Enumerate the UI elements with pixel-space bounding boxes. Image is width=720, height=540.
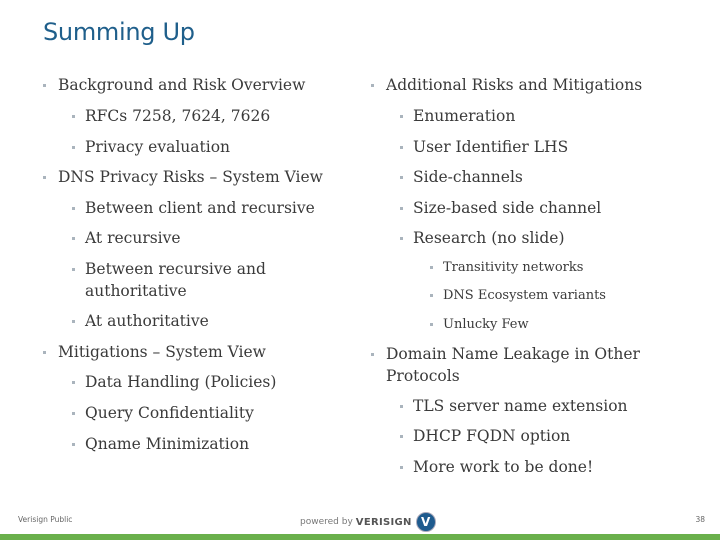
powered-by-verisign-logo: powered by VERISIGN V bbox=[300, 512, 436, 532]
bullet-marker bbox=[72, 146, 75, 149]
sub-bullet: Size-based side channel bbox=[400, 197, 601, 219]
bullet-marker bbox=[43, 351, 46, 354]
sub-bullet: Privacy evaluation bbox=[72, 136, 230, 158]
sub-bullet: At authoritative bbox=[72, 310, 209, 332]
sub-bullet: At recursive bbox=[72, 227, 181, 249]
bullet-marker bbox=[72, 237, 75, 240]
bullet-marker bbox=[72, 412, 75, 415]
bullet-marker bbox=[72, 381, 75, 384]
sub-bullet: Qname Minimization bbox=[72, 433, 249, 455]
bullet-marker bbox=[400, 466, 403, 469]
sub-sub-bullet: Unlucky Few bbox=[430, 314, 529, 336]
bullet-marker bbox=[430, 323, 433, 326]
sub-bullet: RFCs 7258, 7624, 7626 bbox=[72, 105, 270, 127]
sub-bullet: Enumeration bbox=[400, 105, 515, 127]
sub-sub-bullet: Transitivity networks bbox=[430, 257, 583, 279]
sub-bullet: DHCP FQDN option bbox=[400, 425, 570, 447]
bullet-marker bbox=[430, 266, 433, 269]
page-number: 38 bbox=[695, 515, 705, 524]
bullet-domain-name-leakage: Domain Name Leakage in Other Protocols bbox=[371, 343, 656, 387]
sub-bullet: Between client and recursive bbox=[72, 197, 315, 219]
bullet-marker bbox=[43, 176, 46, 179]
bullet-marker bbox=[400, 405, 403, 408]
sub-bullet: User Identifier LHS bbox=[400, 136, 568, 158]
classification-label: Verisign Public bbox=[18, 515, 73, 524]
bullet-background-risk: Background and Risk Overview bbox=[43, 74, 305, 96]
sub-bullet: Query Confidentiality bbox=[72, 402, 254, 424]
sub-bullet: Side-channels bbox=[400, 166, 523, 188]
bullet-marker bbox=[72, 320, 75, 323]
bullet-marker bbox=[371, 84, 374, 87]
bullet-marker bbox=[400, 115, 403, 118]
bullet-marker bbox=[400, 146, 403, 149]
sub-bullet: Between recursive and authoritative bbox=[72, 258, 285, 302]
sub-bullet: TLS server name extension bbox=[400, 395, 628, 417]
brand-name: VERISIGN bbox=[355, 516, 412, 528]
bullet-marker bbox=[72, 443, 75, 446]
bullet-marker bbox=[371, 353, 374, 356]
bullet-marker bbox=[400, 207, 403, 210]
bullet-mitigations: Mitigations – System View bbox=[43, 341, 266, 363]
bullet-marker bbox=[400, 176, 403, 179]
bullet-marker bbox=[43, 84, 46, 87]
sub-bullet: More work to be done! bbox=[400, 456, 593, 478]
bullet-marker bbox=[430, 294, 433, 297]
powered-by-text: powered by bbox=[300, 517, 353, 527]
bottom-accent-bar bbox=[0, 534, 720, 540]
bullet-marker bbox=[72, 268, 75, 271]
bullet-marker bbox=[400, 237, 403, 240]
bullet-marker bbox=[72, 207, 75, 210]
bullet-additional-risks: Additional Risks and Mitigations bbox=[371, 74, 642, 96]
sub-bullet: Data Handling (Policies) bbox=[72, 371, 276, 393]
bullet-marker bbox=[72, 115, 75, 118]
sub-bullet: Research (no slide) bbox=[400, 227, 565, 249]
sub-sub-bullet: DNS Ecosystem variants bbox=[430, 285, 606, 307]
bullet-dns-privacy-risks: DNS Privacy Risks – System View bbox=[43, 166, 323, 188]
verisign-checkmark-icon: V bbox=[415, 512, 436, 532]
bullet-marker bbox=[400, 435, 403, 438]
slide-title: Summing Up bbox=[43, 18, 195, 46]
